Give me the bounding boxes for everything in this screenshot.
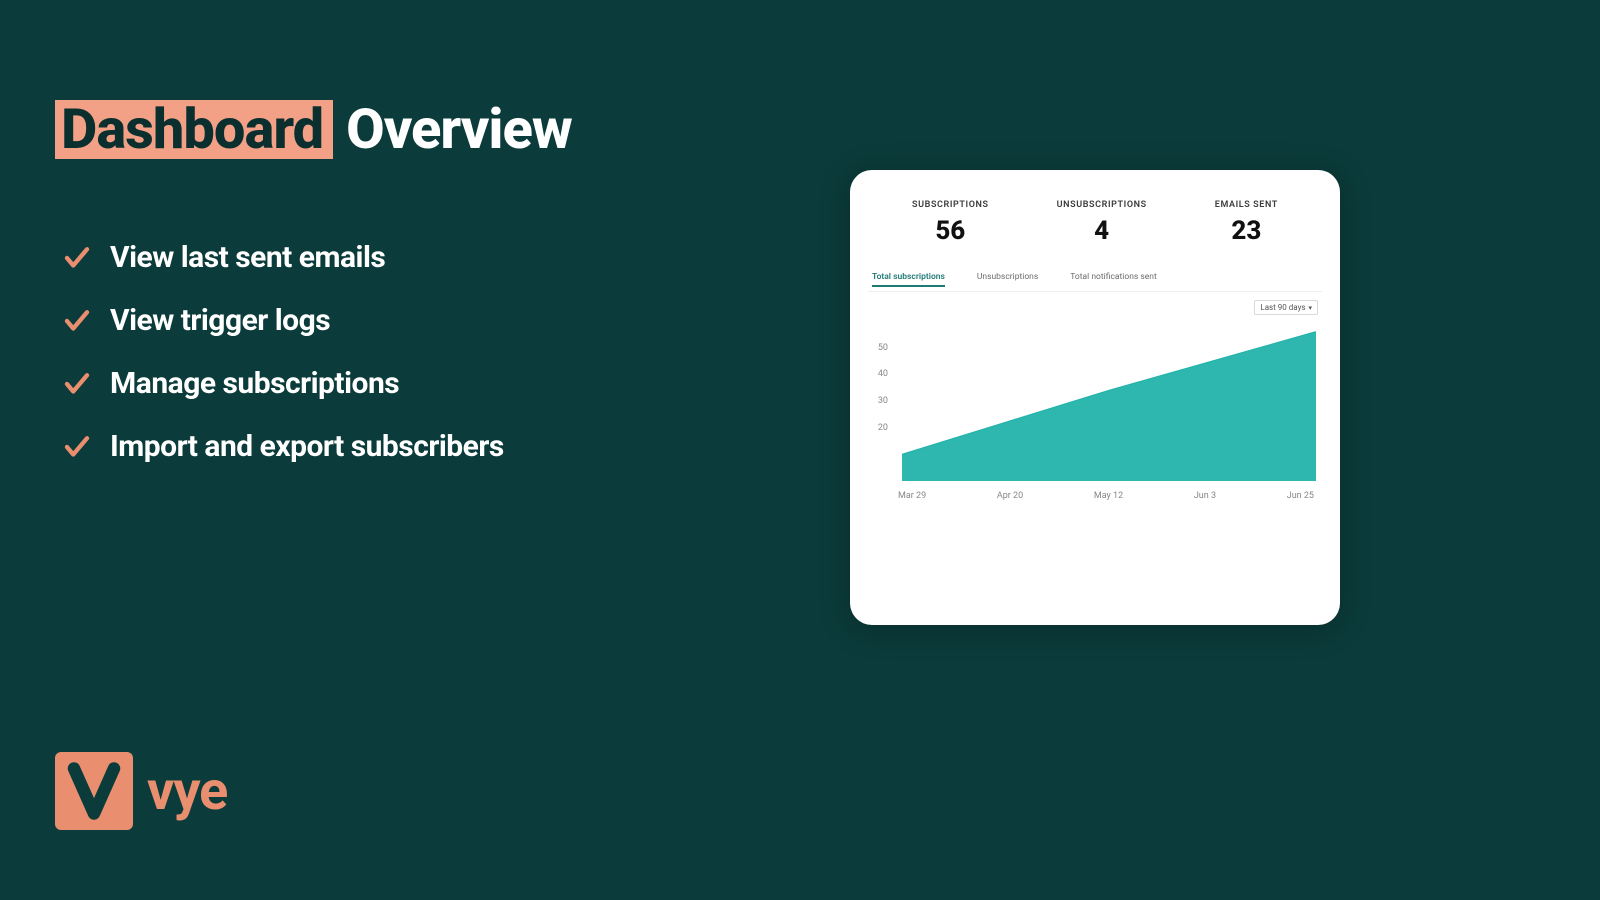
chart-area: 20 30 40 50 Mar 29 Apr 20 May 12 Jun 3 Jun 25 xyxy=(868,321,1322,521)
stat-value: 4 xyxy=(1057,216,1147,246)
x-tick-label: Mar 29 xyxy=(898,491,926,501)
y-tick-label: 20 xyxy=(878,423,888,433)
feature-item: View trigger logs xyxy=(62,303,504,338)
check-icon xyxy=(62,306,92,336)
stats-row: SUBSCRIPTIONS 56 UNSUBSCRIPTIONS 4 EMAIL… xyxy=(868,200,1322,246)
slide-heading: Dashboard Overview xyxy=(55,100,572,159)
x-tick-label: Apr 20 xyxy=(997,491,1023,501)
check-icon xyxy=(62,432,92,462)
stat-label: EMAILS SENT xyxy=(1215,200,1278,210)
feature-text: View trigger logs xyxy=(110,303,330,338)
stat-emails-sent: EMAILS SENT 23 xyxy=(1215,200,1278,246)
feature-item: Import and export subscribers xyxy=(62,429,504,464)
check-icon xyxy=(62,243,92,273)
tab-total-subscriptions[interactable]: Total subscriptions xyxy=(872,272,945,287)
tab-total-notifications-sent[interactable]: Total notifications sent xyxy=(1070,272,1157,287)
date-range-label: Last 90 days xyxy=(1260,303,1305,312)
feature-item: View last sent emails xyxy=(62,240,504,275)
check-icon xyxy=(62,369,92,399)
stat-value: 56 xyxy=(912,216,989,246)
feature-text: View last sent emails xyxy=(110,240,385,275)
logo-badge xyxy=(55,752,133,830)
stat-label: SUBSCRIPTIONS xyxy=(912,200,989,210)
logo-v-icon xyxy=(64,761,124,821)
stat-unsubscriptions: UNSUBSCRIPTIONS 4 xyxy=(1057,200,1147,246)
dashboard-card: SUBSCRIPTIONS 56 UNSUBSCRIPTIONS 4 EMAIL… xyxy=(850,170,1340,625)
feature-item: Manage subscriptions xyxy=(62,366,504,401)
stat-label: UNSUBSCRIPTIONS xyxy=(1057,200,1147,210)
y-tick-label: 50 xyxy=(878,343,888,353)
y-axis: 20 30 40 50 xyxy=(868,321,892,481)
x-tick-label: Jun 25 xyxy=(1287,491,1314,501)
x-tick-label: Jun 3 xyxy=(1194,491,1216,501)
y-tick-label: 30 xyxy=(878,396,888,406)
heading-rest: Overview xyxy=(346,96,572,162)
stat-value: 23 xyxy=(1215,216,1278,246)
feature-list: View last sent emails View trigger logs … xyxy=(62,240,504,464)
area-plot xyxy=(902,321,1316,481)
x-tick-label: May 12 xyxy=(1094,491,1123,501)
y-tick-label: 40 xyxy=(878,369,888,379)
feature-text: Manage subscriptions xyxy=(110,366,399,401)
date-range-select[interactable]: Last 90 days ▾ xyxy=(1254,300,1318,315)
brand-logo: vye xyxy=(55,752,227,830)
chart-tabs: Total subscriptions Unsubscriptions Tota… xyxy=(868,272,1322,292)
x-axis: Mar 29 Apr 20 May 12 Jun 3 Jun 25 xyxy=(896,491,1316,501)
stat-subscriptions: SUBSCRIPTIONS 56 xyxy=(912,200,989,246)
logo-text: vye xyxy=(147,760,227,823)
chevron-down-icon: ▾ xyxy=(1308,304,1312,312)
heading-highlight: Dashboard xyxy=(55,100,333,159)
feature-text: Import and export subscribers xyxy=(110,429,504,464)
tab-unsubscriptions[interactable]: Unsubscriptions xyxy=(977,272,1038,287)
